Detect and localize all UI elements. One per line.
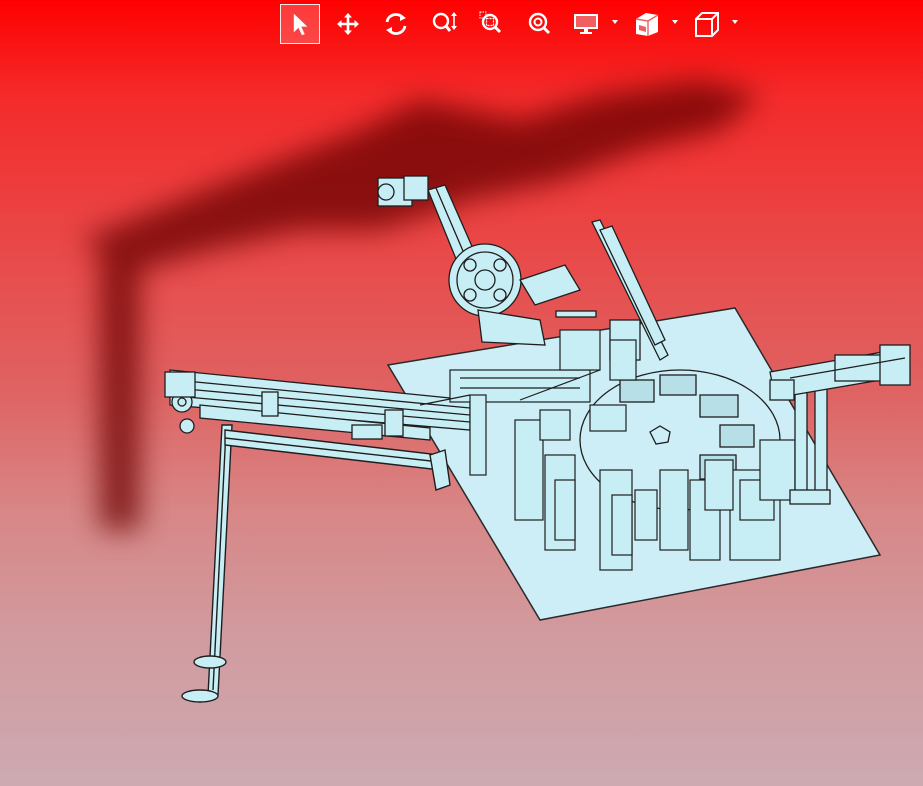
display-mode-button[interactable] <box>568 4 620 44</box>
zoom-window-button[interactable] <box>472 4 512 44</box>
zoom-fit-button[interactable] <box>520 4 560 44</box>
feeder-arm <box>377 175 597 346</box>
zoom-fit-icon <box>528 12 551 35</box>
pointer-arrow-icon <box>293 13 308 36</box>
chevron-down-icon <box>732 20 738 24</box>
section-button[interactable] <box>628 4 680 44</box>
3d-viewport[interactable] <box>0 0 923 786</box>
zoom-updown-icon <box>432 12 457 32</box>
move-arrows-icon <box>337 13 359 35</box>
viewer-toolbar <box>280 3 748 45</box>
select-tool-button[interactable] <box>280 4 320 44</box>
rotate-tool-button[interactable] <box>376 4 416 44</box>
chevron-down-icon <box>612 20 618 24</box>
chevron-down-icon <box>672 20 678 24</box>
view-cube-icon <box>695 12 719 37</box>
pan-tool-button[interactable] <box>328 4 368 44</box>
view-orientation-button[interactable] <box>688 4 740 44</box>
zoom-window-icon <box>479 11 502 34</box>
rotate-icon <box>385 13 407 35</box>
machine-3d-model[interactable] <box>0 0 923 786</box>
section-cube-icon <box>635 13 659 36</box>
conveyor-stand <box>181 424 451 703</box>
zoom-tool-button[interactable] <box>424 4 464 44</box>
monitor-icon <box>574 14 598 34</box>
